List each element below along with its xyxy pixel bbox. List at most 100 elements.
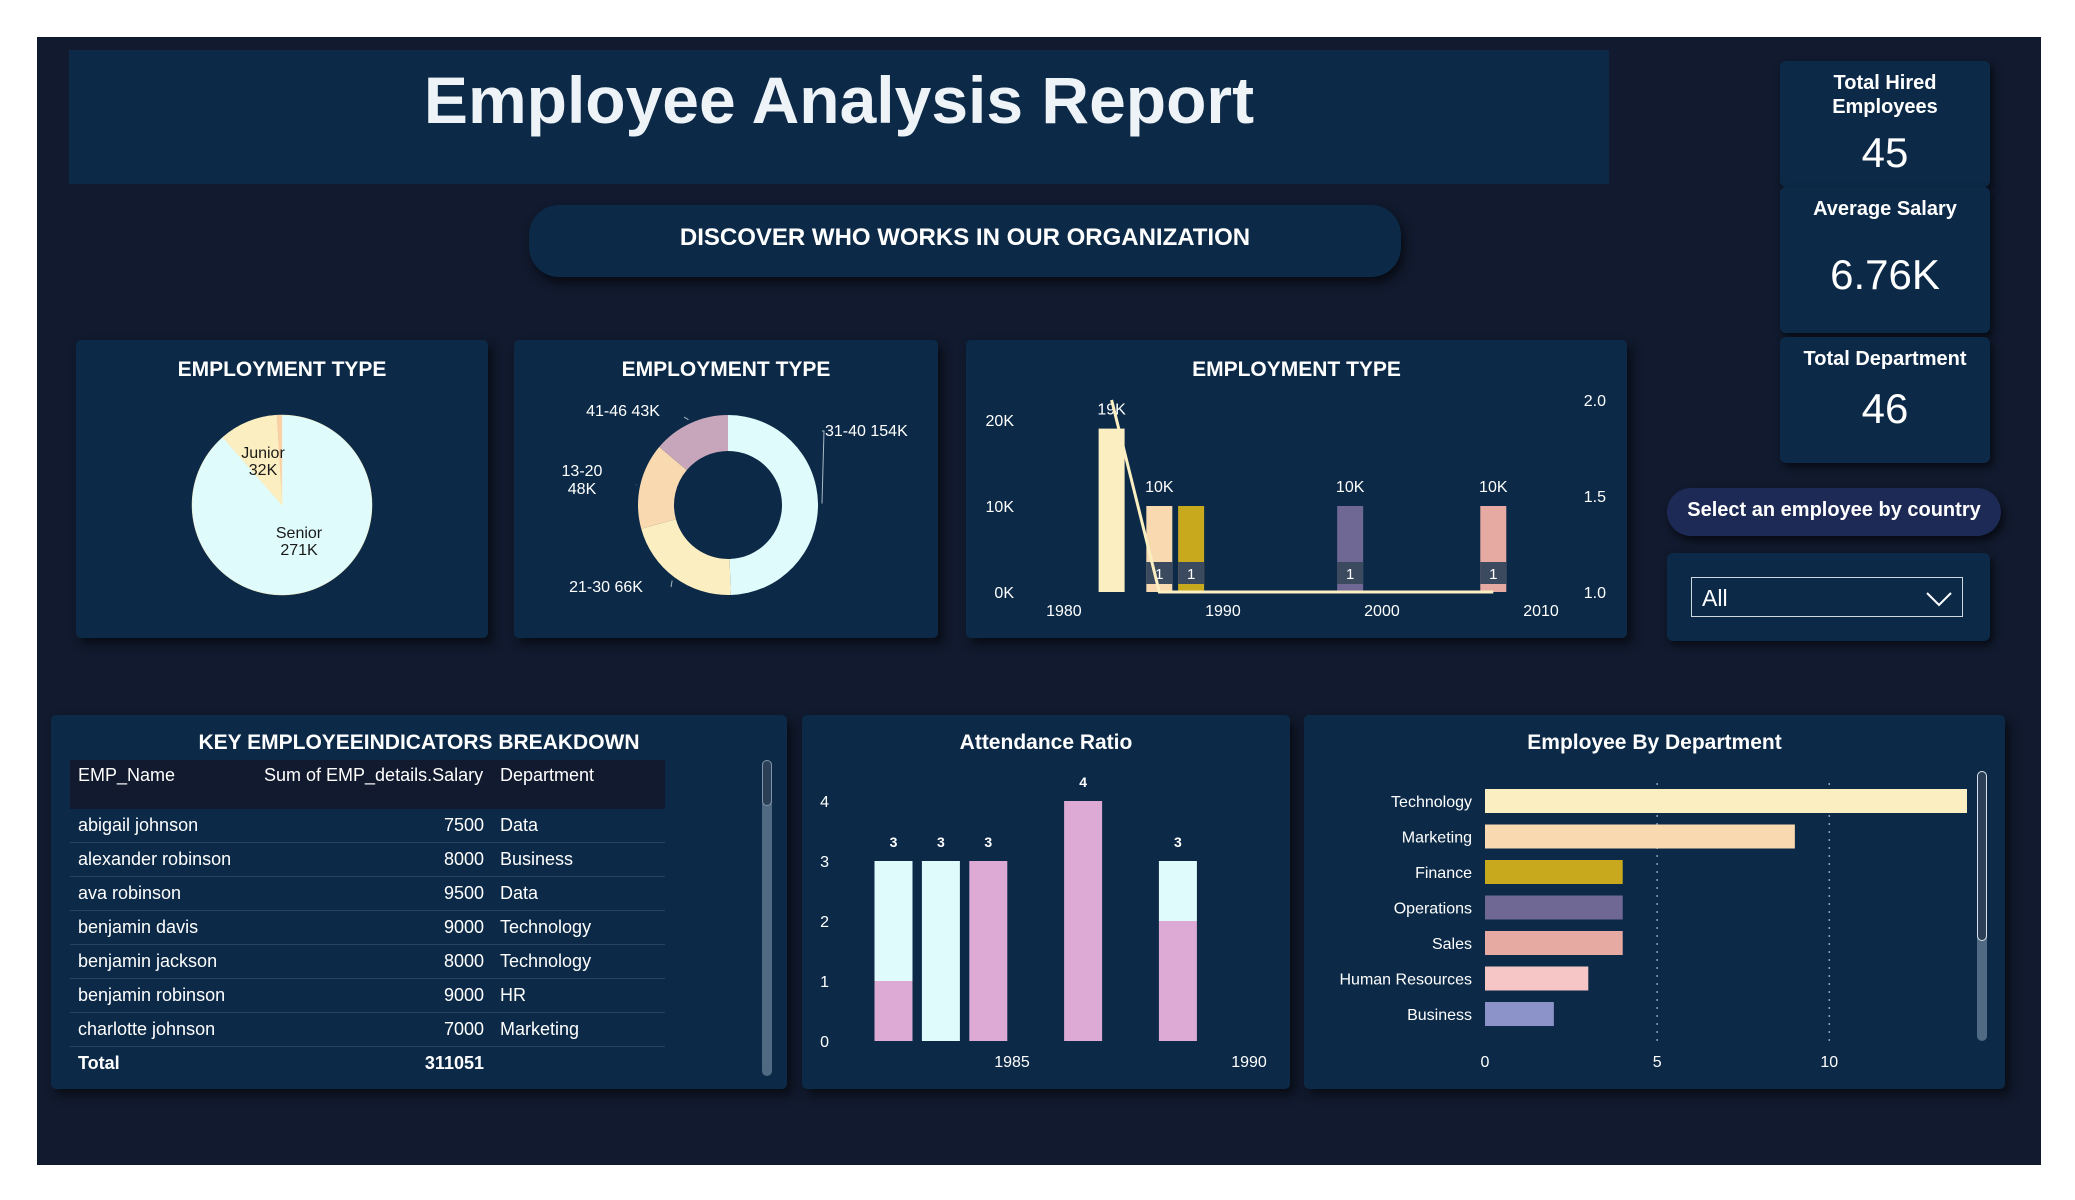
kpi-total-department[interactable]: Total Department 46 [1780,337,1990,463]
chevron-down-icon[interactable] [1924,588,1954,608]
table-scrollbar-thumb[interactable] [762,760,772,806]
employment-type-pie-chart[interactable]: Senior271K Junior32K [76,340,488,638]
department-scrollbar[interactable] [1977,771,1987,1041]
pie-value-senior: 271K [280,542,318,559]
y-tick-label: 10K [986,499,1015,516]
table-row[interactable]: alexander robinson 8000 Business [70,842,665,877]
bar-value-label: 10K [1336,479,1365,496]
country-dropdown-value: All [1702,585,1728,611]
salary-by-year-combo-chart[interactable]: 0K10K20K1.01.52.01980 1990 2000 201019K10K1… [966,340,1627,638]
column-header-salary[interactable]: Sum of EMP_details.Salary [256,760,492,809]
department-bar [1485,931,1623,955]
category-label: Finance [1415,865,1472,882]
table-row[interactable]: benjamin jackson 8000 Technology [70,944,665,979]
attendance-bar-segment [1158,921,1197,1041]
employment-type-pie-panel: EMPLOYMENT TYPE Senior 271K Junior 32K [76,340,488,638]
attendance-bar-segment [874,981,913,1041]
donut-label-31-40: 31-40 154K [825,423,908,440]
department-scrollbar-thumb[interactable] [1977,771,1987,941]
attendance-bar-segment [1158,861,1197,921]
department-bar [1485,860,1623,884]
y-tick-label: 0 [820,1034,829,1051]
age-group-donut-chart[interactable]: 31-40 154K 21-30 66K 13-2048K 41-46 43K [514,340,938,638]
donut-slice-31-40 [728,415,819,595]
department-bar [1485,895,1623,920]
cell-salary: 7000 [256,1012,492,1047]
table-scrollbar[interactable] [762,760,772,1076]
title-banner: Employee Analysis Report [69,50,1609,184]
column-header-emp-name[interactable]: EMP_Name [70,760,256,809]
donut-leader-line [670,580,673,588]
category-label: Technology [1391,794,1472,811]
cell-emp-name: benjamin robinson [70,978,256,1013]
category-label: Marketing [1402,830,1472,847]
cell-emp-name: ava robinson [70,876,256,911]
count-label: 1 [1346,566,1354,583]
employment-type-donut-panel: EMPLOYMENT TYPE 31-40 154K 21-30 66K 13-20… [514,340,938,638]
column-header-department[interactable]: Department [492,760,665,809]
y-tick-label: 0K [994,585,1014,602]
y-tick-label: 20K [986,413,1015,430]
year-bar [1098,428,1125,592]
cell-department: Technology [492,944,665,979]
donut-label-21-30: 21-30 66K [569,579,643,596]
cell-salary: 7500 [256,809,492,843]
kpi-average-salary[interactable]: Average Salary 6.76K [1780,187,1990,333]
x-tick-label: 1980 [1046,603,1082,620]
department-bar [1485,966,1589,991]
department-bar [1485,789,1967,813]
attendance-bar-segment [921,861,960,1041]
table-row[interactable]: benjamin davis 9000 Technology [70,910,665,945]
x-tick-label: 2010 [1523,603,1559,620]
x-tick-label: 1985 [994,1054,1030,1071]
country-dropdown[interactable]: All [1691,577,1963,617]
employee-by-department-panel: Employee By Department 0 5 10 Technology Mar… [1304,715,2005,1089]
total-value: 311051 [424,1053,484,1073]
kpi-total-hired[interactable]: Total Hired Employees 45 [1780,61,1990,187]
bar-value-label: 10K [1479,479,1508,496]
page-title: Employee Analysis Report [423,63,1255,137]
category-label: Operations [1394,901,1472,918]
table-row[interactable]: abigail johnson 7500 Data [70,809,665,843]
x-tick-label: 2000 [1364,603,1400,620]
cell-salary: 9000 [256,910,492,945]
table-total-row: Total 311051 [70,1047,665,1081]
cell-department: HR [492,978,665,1013]
bar-total-label: 3 [890,834,898,850]
pie-label-senior: Senior [276,525,323,542]
employee-table: EMP_Name Sum of EMP_details.Salary Depar… [70,760,665,1080]
count-label: 1 [1187,566,1195,583]
cell-department: Marketing [492,1012,665,1047]
table-row[interactable]: benjamin robinson 9000 HR [70,978,665,1013]
panel-title: KEY EMPLOYEEINDICATORS BREAKDOWN [198,731,640,754]
x-tick-label: 5 [1653,1054,1662,1071]
donut-leader-line [683,416,689,421]
pie-value-junior: 32K [249,462,278,479]
cell-department: Business [492,842,665,877]
table-row[interactable]: charlotte johnson 7000 Marketing [70,1012,665,1047]
count-label: 1 [1489,566,1497,583]
cell-emp-name: abigail johnson [70,809,256,843]
y-tick-label: 2 [820,914,829,931]
total-label: Total [78,1053,120,1073]
y-tick-label: 4 [820,794,829,811]
bar-total-label: 3 [1174,834,1182,850]
y-tick-label: 3 [820,854,829,871]
department-bar [1485,1002,1554,1026]
country-slicer-title-text: Select an employee by country [1687,499,1981,521]
donut-label-13-20: 13-20 [562,463,603,480]
x-tick-label: 0 [1481,1054,1490,1071]
y-tick-label: 1 [820,974,829,991]
bar-value-label: 10K [1145,479,1174,496]
tagline-text: DISCOVER WHO WORKS IN OUR ORGANIZATION [679,224,1251,251]
category-label: Sales [1432,936,1472,953]
table-row[interactable]: ava robinson 9500 Data [70,876,665,911]
country-slicer-title: Select an employee by country [1667,488,2001,536]
category-label: Human Resources [1340,972,1473,989]
bar-total-label: 3 [937,834,945,850]
employee-by-department-chart[interactable]: 0 5 10 Technology Marketing Finance Operations… [1304,715,2005,1089]
cell-department: Data [492,876,665,911]
cell-emp-name: benjamin jackson [70,944,256,979]
attendance-ratio-chart[interactable]: 0 1 2 3 4 1985 1990 3 3 3 4 3 [802,715,1290,1089]
x-tick-label: 1990 [1231,1054,1267,1071]
